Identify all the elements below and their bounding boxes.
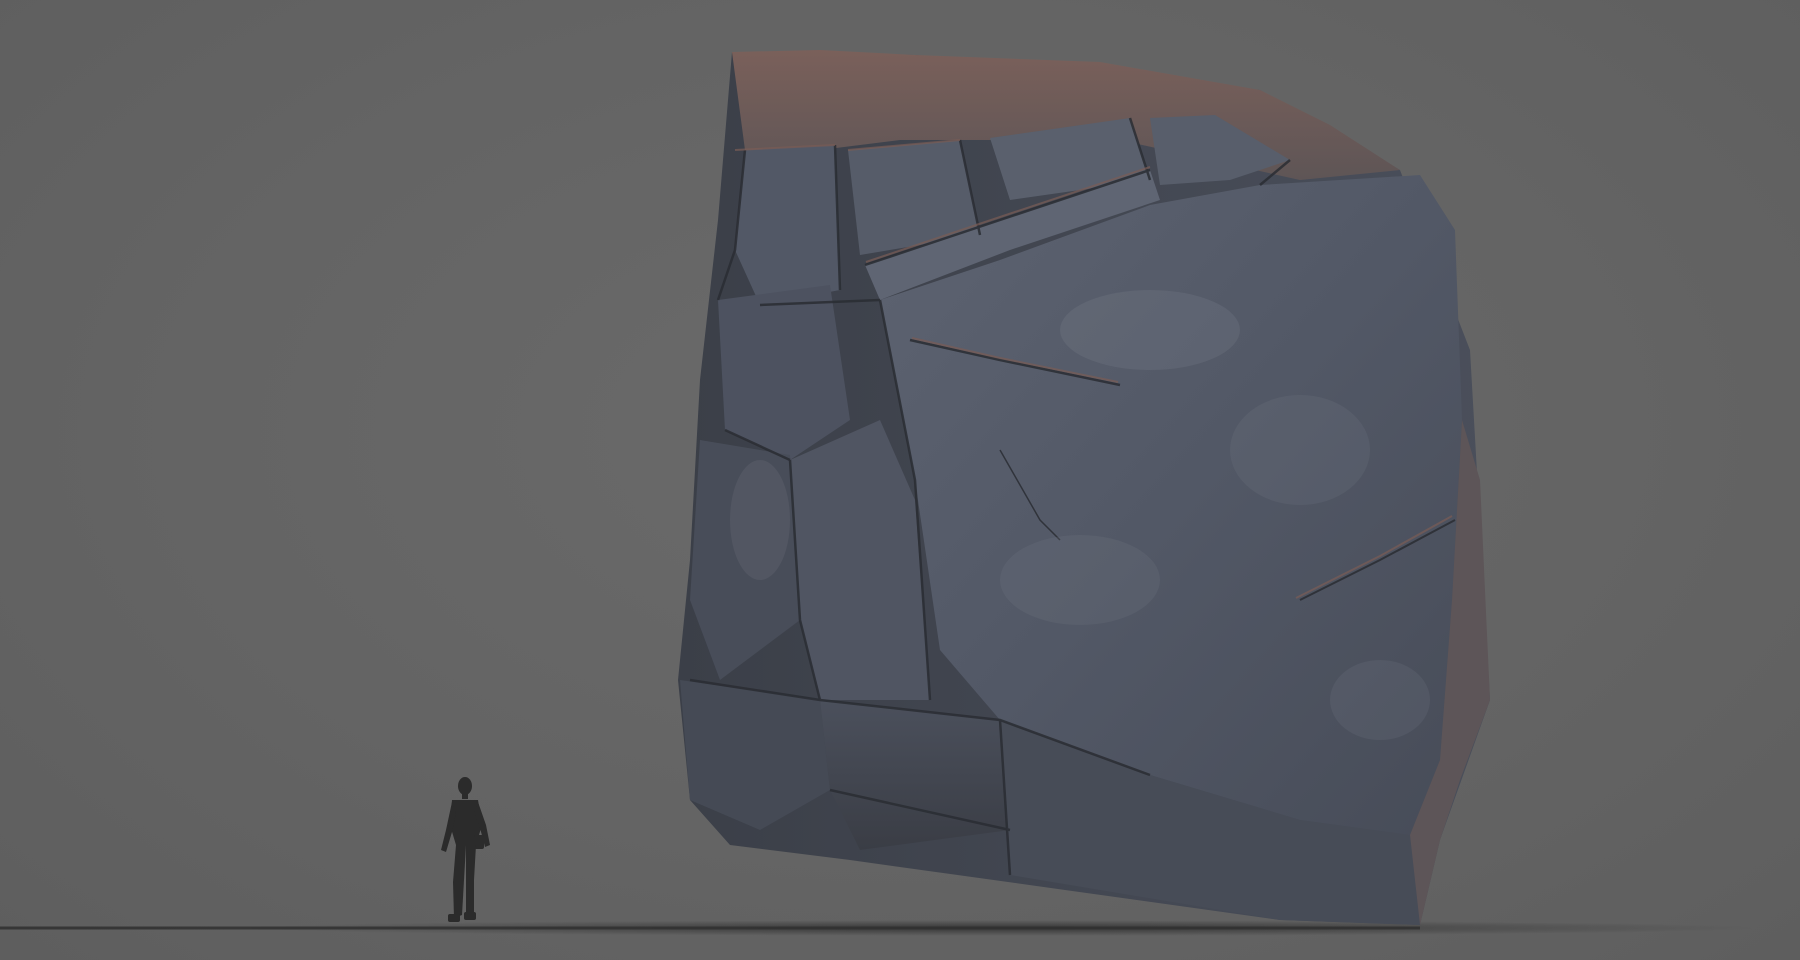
rock-cliff [678, 50, 1490, 925]
scene-canvas [0, 0, 1800, 960]
render-viewport [0, 0, 1800, 960]
human-scale-figure [441, 777, 490, 922]
ground-shadow [0, 920, 1760, 936]
rock-block-upper-left [735, 145, 840, 305]
